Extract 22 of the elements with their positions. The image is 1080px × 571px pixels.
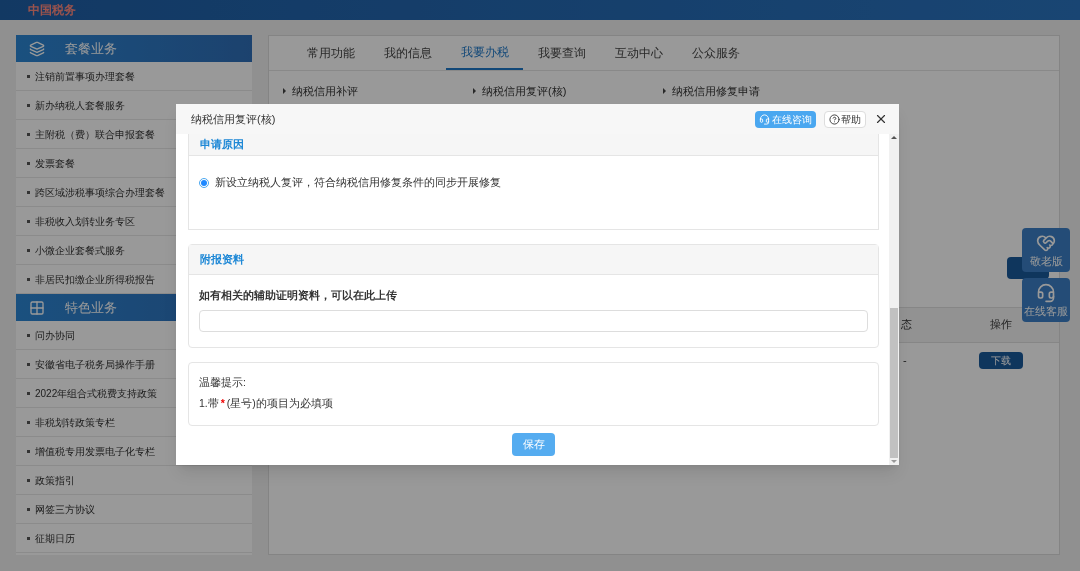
- item-label: 2022年组合式税费支持政策: [35, 386, 158, 401]
- item-label: 主附税（费）联合申报套餐: [35, 127, 155, 142]
- item-label: 增值税专用发票电子化专栏: [35, 444, 155, 459]
- section-title: 套餐业务: [65, 39, 117, 58]
- item-label: 问办协同: [35, 328, 75, 343]
- item-label: 安徽省电子税务局操作手册: [35, 357, 155, 372]
- item-label: 非税划转政策专栏: [35, 415, 115, 430]
- item-label: 征期日历: [35, 531, 75, 546]
- item-label: 网签三方协议: [35, 502, 95, 517]
- item-label: 政策指引: [35, 473, 75, 488]
- column-header: 态: [901, 317, 913, 333]
- column-header: 操作: [988, 317, 1013, 333]
- item-label: 注销前置事项办理套餐: [35, 69, 135, 84]
- item-label: 非税收入划转业务专区: [35, 214, 135, 229]
- table-cell-text: -: [902, 353, 908, 369]
- section-title: 特色业务: [65, 298, 117, 317]
- item-label: 新办纳税人套餐服务: [35, 98, 125, 113]
- item-label: 小微企业套餐式服务: [35, 243, 125, 258]
- item-label: 非居民扣缴企业所得税报告: [35, 272, 155, 287]
- item-label: 跨区域涉税事项综合办理套餐: [35, 185, 165, 200]
- section-title: 附报资料: [200, 252, 244, 268]
- item-label: 发票套餐: [35, 156, 75, 171]
